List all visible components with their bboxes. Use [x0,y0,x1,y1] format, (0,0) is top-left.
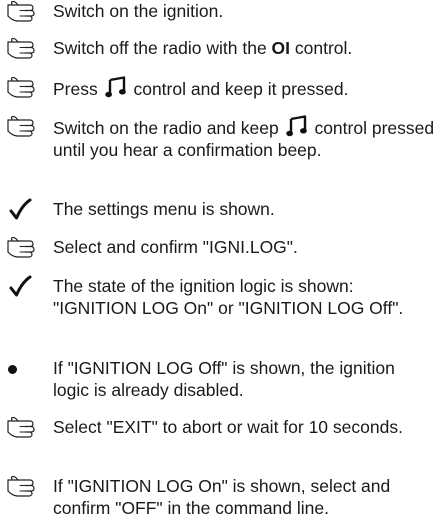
on-off-control-label: OI [271,38,291,58]
pointing-hand-icon [6,76,40,100]
checkmark-icon [8,275,42,299]
pointing-hand-icon [6,37,40,61]
step-text: Switch on the radio and keep control pre… [53,115,435,161]
step-text-post: control and keep it pressed. [128,79,349,99]
pointing-hand-icon [6,475,40,499]
step-text: Switch on the ignition. [53,1,224,21]
step-text-pre: Switch off the radio with the [53,38,272,58]
step-text: If "IGNITION LOG On" is shown, select an… [53,476,391,518]
pointing-hand-icon [6,416,40,440]
instruction-document: Switch on the ignition. Switch off the r… [0,0,438,518]
step-text: Select and confirm "IGNI.LOG". [53,237,298,257]
pointing-hand-icon [6,115,40,139]
result-text: The state of the ignition logic is shown… [53,276,404,318]
pointing-hand-icon [6,236,40,260]
step-text: Switch off the radio with the OI control… [53,37,435,59]
step-text: Press control and keep it pressed. [53,76,435,100]
result-text: The settings menu is shown. [53,199,275,219]
bullet-text: If "IGNITION LOG Off" is shown, the igni… [53,358,395,400]
music-note-icon [286,115,308,137]
step-text-post: control [309,118,367,138]
checkmark-icon [8,198,42,222]
music-note-icon [105,76,127,98]
step-text: Select "EXIT" to abort or wait for 10 se… [53,417,403,437]
pointing-hand-icon [6,0,40,24]
bullet-dot-icon [8,365,17,374]
step-text-post: control. [290,38,353,58]
step-text-pre: Switch on the radio and keep [53,118,284,138]
step-text-pre: Press [53,79,103,99]
